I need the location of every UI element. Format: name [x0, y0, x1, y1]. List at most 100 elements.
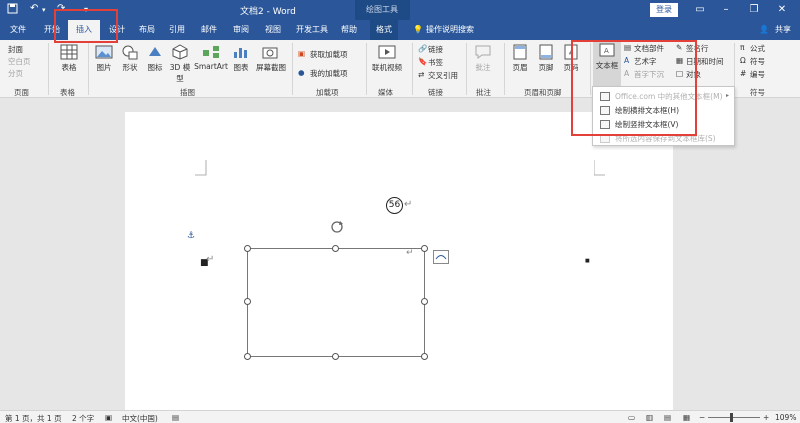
layout-options-icon[interactable]: [433, 250, 449, 264]
word-count[interactable]: 2 个字: [72, 413, 94, 423]
cover-page-button[interactable]: 封面: [8, 44, 23, 55]
symbol-button[interactable]: 符号: [750, 56, 765, 67]
3d-models-label: 3D 模型: [169, 63, 191, 83]
tab-view[interactable]: 视图: [260, 20, 286, 40]
focus-mode-icon[interactable]: ▭: [628, 413, 635, 422]
zoom-slider[interactable]: [708, 417, 760, 418]
resize-handle[interactable]: [421, 298, 428, 305]
zoom-out-button[interactable]: −: [699, 413, 705, 422]
online-video-label: 联机视频: [372, 63, 402, 72]
tab-format[interactable]: 格式: [370, 20, 398, 40]
divider: [292, 43, 293, 95]
tab-developer[interactable]: 开发工具: [292, 20, 332, 40]
zoom-slider-thumb[interactable]: [730, 413, 733, 422]
equation-button[interactable]: 公式: [750, 43, 765, 54]
addins-group-label: 加载项: [316, 88, 339, 97]
proofing-icon[interactable]: ▣: [105, 413, 112, 422]
chart-label: 图表: [233, 63, 249, 72]
tab-mailings[interactable]: 邮件: [196, 20, 222, 40]
chart-button[interactable]: 图表: [230, 44, 252, 73]
illustrations-group-label: 插图: [180, 88, 195, 97]
macro-icon[interactable]: ▤: [172, 413, 179, 422]
footer-button[interactable]: 页脚: [534, 44, 558, 73]
comment-button[interactable]: 批注: [470, 44, 496, 73]
circled-text[interactable]: 56: [386, 197, 403, 214]
ribbon-options-icon[interactable]: ▭: [692, 2, 708, 18]
page-count[interactable]: 第 1 页，共 1 页: [5, 413, 62, 423]
table-button[interactable]: 表格: [56, 44, 82, 73]
divider: [366, 43, 367, 95]
cross-reference-button[interactable]: 交叉引用: [428, 70, 458, 81]
link-button[interactable]: 链接: [428, 44, 443, 55]
bookmark-button[interactable]: 书签: [428, 57, 443, 68]
divider: [88, 43, 89, 95]
minimize-icon[interactable]: –: [718, 2, 734, 18]
print-layout-icon[interactable]: ▤: [664, 413, 671, 422]
number-icon: #: [740, 69, 747, 78]
chevron-down-icon[interactable]: ▾: [42, 6, 46, 14]
screenshot-label: 屏幕截图: [256, 63, 286, 72]
smartart-icon: [203, 46, 219, 58]
resize-handle[interactable]: [332, 245, 339, 252]
zoom-level[interactable]: 109%: [775, 413, 796, 422]
paragraph-mark: ↵: [206, 254, 215, 265]
zoom-in-button[interactable]: +: [763, 413, 769, 422]
icons-button[interactable]: 图标: [144, 44, 166, 73]
resize-handle[interactable]: [421, 353, 428, 360]
login-button[interactable]: 登录: [650, 3, 678, 17]
equation-icon: π: [740, 43, 745, 52]
tab-review[interactable]: 审阅: [228, 20, 254, 40]
smartart-button[interactable]: SmartArt: [194, 44, 228, 71]
tab-layout[interactable]: 布局: [134, 20, 160, 40]
shapes-button[interactable]: 形状: [118, 44, 142, 73]
number-button[interactable]: 编号: [750, 69, 765, 80]
symbol-icon: Ω: [740, 56, 746, 65]
language-indicator[interactable]: 中文(中国): [122, 413, 158, 423]
header-button[interactable]: 页眉: [508, 44, 532, 73]
resize-handle[interactable]: [244, 245, 251, 252]
get-addins-button[interactable]: 获取加载项: [310, 49, 348, 60]
tab-help[interactable]: 帮助: [336, 20, 362, 40]
resize-handle[interactable]: [332, 353, 339, 360]
tab-references[interactable]: 引用: [164, 20, 190, 40]
page-break-button[interactable]: 分页: [8, 68, 23, 79]
document-title: 文档2 - Word: [240, 7, 296, 17]
resize-handle[interactable]: [244, 298, 251, 305]
icons-label: 图标: [147, 63, 163, 72]
online-video-button[interactable]: 联机视频: [370, 44, 404, 73]
footer-icon: [539, 44, 553, 60]
blank-page-button[interactable]: 空白页: [8, 56, 31, 67]
screenshot-button[interactable]: 屏幕截图: [254, 44, 288, 73]
chevron-right-icon: ▸: [726, 92, 730, 99]
resize-handle[interactable]: [244, 353, 251, 360]
my-addins-button[interactable]: 我的加载项: [310, 68, 348, 79]
divider: [48, 43, 49, 95]
text-box[interactable]: [247, 248, 425, 357]
share-button[interactable]: 共享: [770, 20, 796, 40]
3d-models-button[interactable]: 3D 模型: [168, 44, 192, 84]
rotate-handle-icon[interactable]: [329, 219, 345, 235]
web-layout-icon[interactable]: ▦: [683, 413, 690, 422]
status-bar: 第 1 页，共 1 页 2 个字 ▣ 中文(中国) ▤ ▭ ▥ ▤ ▦ − + …: [0, 410, 800, 423]
symbols-group-label: 符号: [750, 88, 765, 97]
save-icon[interactable]: [7, 3, 18, 17]
close-icon[interactable]: ✕: [774, 2, 790, 18]
resize-handle[interactable]: [421, 245, 428, 252]
tell-me-search[interactable]: 操作说明搜索: [426, 20, 486, 40]
paragraph-mark: ↵: [404, 199, 413, 210]
restore-icon[interactable]: ❐: [746, 2, 762, 18]
read-mode-icon[interactable]: ▥: [646, 413, 653, 422]
video-icon: [378, 45, 396, 59]
shapes-icon: [122, 45, 138, 60]
comment-label: 批注: [475, 63, 491, 72]
header-label: 页眉: [512, 63, 528, 72]
undo-icon[interactable]: ↶: [30, 3, 38, 14]
pictures-button[interactable]: 图片: [92, 44, 116, 73]
shapes-label: 形状: [122, 63, 138, 72]
table-button-label: 表格: [61, 63, 77, 72]
table-group-label: 表格: [60, 88, 75, 97]
page-group-label: 页面: [14, 88, 29, 97]
text-box-paragraph-mark: ↵: [406, 248, 414, 258]
tab-file[interactable]: 文件: [4, 20, 32, 40]
margin-mark: [195, 160, 207, 176]
